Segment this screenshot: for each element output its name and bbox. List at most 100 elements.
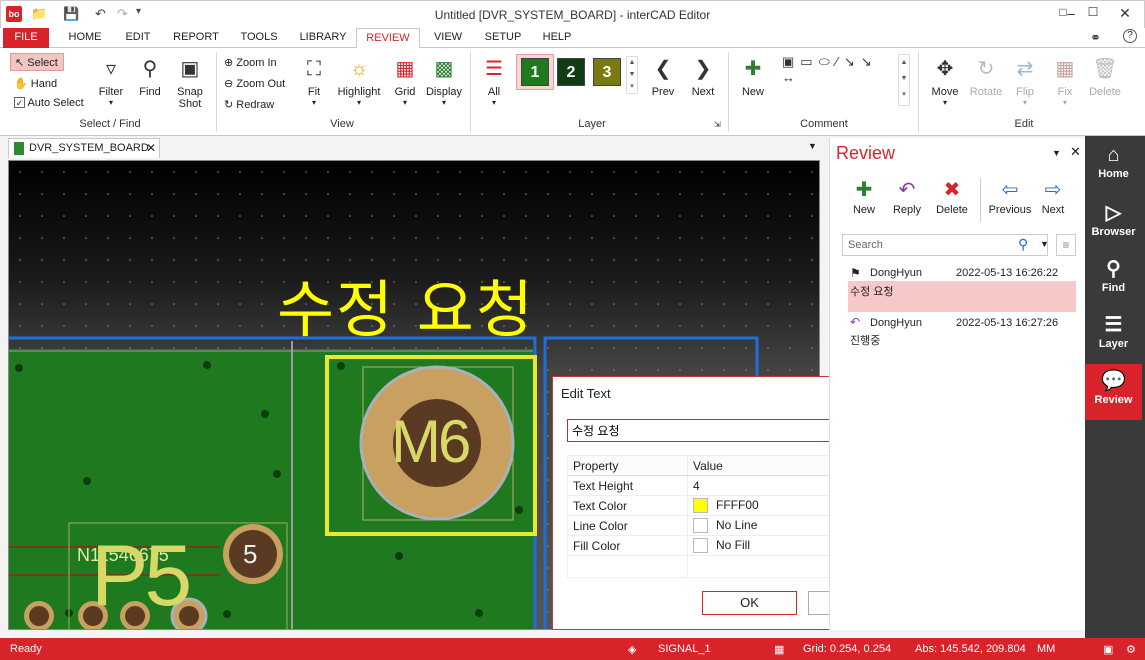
nav-home-label: Home [1098,168,1129,180]
tab-library[interactable]: LIBRARY [296,28,350,48]
next-arrow-icon: ⇨ [1044,179,1062,201]
status-bar: Ready ◈ SIGNAL_1 ▦ Grid: 0.254, 0.254 Ab… [0,638,1145,660]
delete-button[interactable]: 🗑 Delete [1086,56,1124,98]
status-grid[interactable]: Grid: 0.254, 0.254 [803,643,891,655]
comment-shape-gallery[interactable]: ▣▭⬭∕↘↘ ↔ [782,54,898,88]
color-swatch-none[interactable] [693,518,708,534]
layer-gallery-scroll[interactable]: ▲ ▼ ▾ [626,56,638,94]
help-icon[interactable]: ? [1123,29,1137,43]
status-units[interactable]: MM [1037,643,1055,655]
review-delete-button[interactable]: ✖ Delete [932,176,972,216]
nav-layer[interactable]: ☰ Layer [1085,308,1142,364]
nav-home[interactable]: ⌂ Home [1085,138,1142,194]
review-previous-button[interactable]: ⇦ Previous [986,176,1034,216]
window-title: Untitled [DVR_SYSTEM_BOARD] - interCAD E… [434,8,711,22]
review-entry[interactable]: ↶ DongHyun 2022-05-13 16:27:26 진행중 [838,315,1076,347]
tab-home[interactable]: HOME [62,28,108,48]
next-label: Next [691,86,715,98]
zoom-out-button[interactable]: ⊖ Zoom Out [224,77,285,90]
share-icon[interactable]: ⚭ [1090,30,1101,46]
document-list-dropdown-icon[interactable]: ▼ [808,141,817,151]
status-layer[interactable]: SIGNAL_1 [658,643,711,655]
layer-2-button[interactable]: 2 [557,58,585,86]
tab-review[interactable]: REVIEW [356,28,420,49]
layer-icon: ◈ [628,644,637,656]
highlight-sun-icon: ☼ [349,58,369,80]
review-reply-button[interactable]: ↶ Reply [890,176,924,216]
close-tab-icon[interactable]: ✕ [146,139,156,157]
search-icon[interactable]: ⚲ [1018,236,1028,253]
grid-icon: ▦ [395,58,415,80]
new-comment-button[interactable]: ✚ New [736,56,770,98]
fullscreen-icon[interactable]: ▣ [1103,643,1113,656]
highlight-button[interactable]: ☼ Highlight ▾ [334,56,384,107]
panel-options-dropdown-icon[interactable]: ▼ [1052,148,1061,158]
property-value: FFFF00 [716,497,759,512]
zoom-in-button[interactable]: ⊕ Zoom In [224,56,277,69]
color-swatch-none[interactable] [693,538,708,554]
tab-report[interactable]: REPORT [170,28,222,48]
document-tab[interactable]: DVR_SYSTEM_BOARD ✕ [8,138,160,158]
component-label-m6: M6 [391,408,471,475]
find-button[interactable]: ⚲ Find [134,56,166,98]
layer-dialog-launcher-icon[interactable]: ⇲ [714,120,721,129]
tab-file[interactable]: FILE [3,28,49,48]
tab-setup[interactable]: SETUP [480,28,526,48]
hand-tool-button[interactable]: ✋ Hand [14,77,57,90]
tab-edit[interactable]: EDIT [118,28,158,48]
status-abs-coordinates: Abs: 145.542, 209.804 [915,643,1026,655]
nav-layer-label: Layer [1098,338,1129,350]
display-button[interactable]: ▩ Display ▾ [424,56,464,107]
arrow-right-circle-icon: ❯ [694,58,712,80]
group-separator [470,52,471,132]
close-window-button[interactable]: ✕ [1115,5,1135,22]
fix-chip-icon: ▦ [1055,58,1075,80]
minimize-button-glyph[interactable]: – [1061,5,1081,21]
maximize-button[interactable]: ☐ [1083,5,1103,19]
entry-author: DongHyun [870,317,922,329]
layer-next-button[interactable]: ❯ Next [688,56,718,98]
panel-close-icon[interactable]: ✕ [1070,144,1081,160]
review-entry[interactable]: ⚑ DongHyun 2022-05-13 16:26:22 수정 요청 [838,266,1076,314]
grid-button[interactable]: ▦ Grid ▾ [390,56,420,107]
hand-icon: ✋ [14,78,28,90]
list-options-icon[interactable]: ≡ [1056,234,1076,256]
comment-gallery-scroll[interactable]: ▲ ▼ ▾ [898,54,910,106]
snap-shot-label-line1: Snap [177,86,203,98]
dropdown-arrow-icon: ▾ [441,98,446,107]
snap-shot-button[interactable]: ▣ Snap Shot [172,56,208,110]
layer-3-button[interactable]: 3 [593,58,621,86]
filter-button[interactable]: ▿ Filter ▾ [94,56,128,107]
auto-select-checkbox[interactable]: ✓ Auto Select [14,97,84,109]
review-next-button[interactable]: ⇨ Next [1038,176,1068,216]
review-next-label: Next [1041,204,1065,216]
rotate-button[interactable]: ↻ Rotate [966,56,1006,98]
review-delete-label: Delete [936,204,968,216]
search-icon: ⚲ [1106,258,1121,280]
ok-button[interactable]: OK [702,591,797,615]
color-swatch-yellow[interactable] [693,498,708,514]
review-new-button[interactable]: ✚ New [848,176,880,216]
nav-browser[interactable]: ▷ Browser [1085,196,1142,252]
select-tool-button[interactable]: ↖ Select [10,53,64,71]
nav-review[interactable]: 💬 Review [1085,364,1142,420]
fix-button[interactable]: ▦ Fix ▾ [1050,56,1080,107]
redraw-button[interactable]: ↻ Redraw [224,98,274,111]
layer-prev-button[interactable]: ❮ Prev [648,56,678,98]
search-dropdown-icon[interactable]: ▼ [1040,239,1049,249]
fit-button[interactable]: ⛶ Fit ▾ [298,56,330,107]
annotation-text[interactable]: 수정 요청 [277,259,535,349]
tab-help[interactable]: HELP [536,28,578,48]
zoom-out-label: Zoom Out [236,78,286,90]
display-label: Display [425,86,463,98]
flip-button[interactable]: ⇄ Flip ▾ [1010,56,1040,107]
nav-find[interactable]: ⚲ Find [1085,252,1142,308]
arrow-left-circle-icon: ❮ [654,58,672,80]
tab-view[interactable]: VIEW [428,28,468,48]
ribbon: ↖ Select ✋ Hand ✓ Auto Select ▿ Filter ▾… [0,48,1145,136]
move-button[interactable]: ✥ Move ▾ [928,56,962,107]
tab-tools[interactable]: TOOLS [236,28,282,48]
layer-all-button[interactable]: ☰ All ▾ [478,56,510,107]
layer-1-button[interactable]: 1 [521,58,549,86]
settings-gear-icon[interactable]: ⚙ [1126,643,1136,656]
